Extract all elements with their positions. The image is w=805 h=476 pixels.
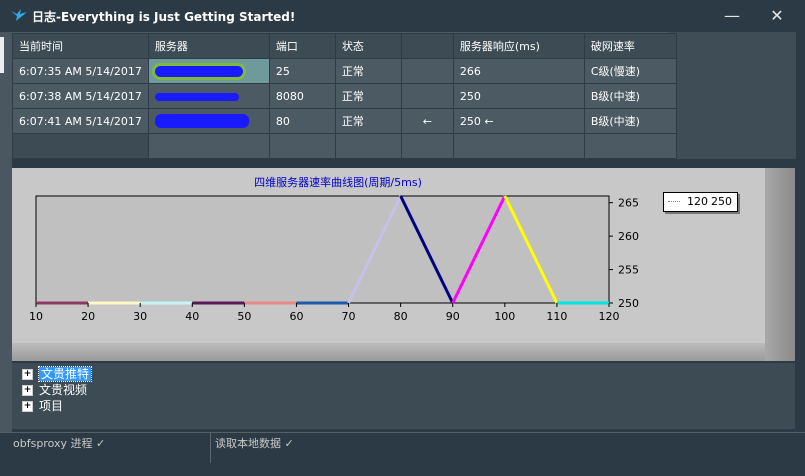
expand-icon[interactable]: + <box>22 385 33 396</box>
status-obfsproxy: obfsproxy 进程 ✓ <box>13 437 106 450</box>
chart-panel-right-shadow <box>765 168 795 361</box>
cell-time[interactable]: 6:07:35 AM 5/14/2017 <box>12 58 149 84</box>
cell-rate[interactable]: B级(中速) <box>583 83 677 109</box>
cell-port[interactable]: 25 <box>268 58 336 84</box>
cell-empty[interactable] <box>452 133 585 159</box>
cell-rate[interactable]: C级(慢速) <box>583 58 677 84</box>
x-tick-label: 40 <box>185 310 199 323</box>
cell-response[interactable]: 250 ← <box>452 108 585 134</box>
col-header-rate[interactable]: 破网速率 <box>583 33 677 59</box>
expand-icon[interactable]: + <box>22 369 33 380</box>
x-tick-label: 90 <box>446 310 460 323</box>
status-local-data: 读取本地数据 ✓ <box>215 437 294 450</box>
y-tick-label: 265 <box>618 197 639 210</box>
col-header-blank[interactable] <box>400 33 454 59</box>
col-header-time[interactable]: 当前时间 <box>12 33 149 59</box>
cell-response[interactable]: 250 <box>452 83 585 109</box>
server-table-empty-area <box>668 32 796 159</box>
table-header-row: 当前时间 服务器 端口 状态 服务器响应(ms) 破网速率 <box>12 33 677 59</box>
title-bar: 日志-Everything is Just Getting Started! —… <box>0 0 805 32</box>
cell-server-redacted[interactable] <box>147 108 270 134</box>
cell-port[interactable]: 8080 <box>268 83 336 109</box>
col-header-server[interactable]: 服务器 <box>147 33 270 59</box>
col-header-port[interactable]: 端口 <box>268 33 336 59</box>
cell-empty[interactable] <box>583 133 677 159</box>
x-tick-label: 120 <box>599 310 620 323</box>
legend-y-value: 250 <box>711 195 732 208</box>
x-tick-label: 50 <box>237 310 251 323</box>
minimize-button[interactable]: — <box>720 4 744 28</box>
legend-swatch <box>668 201 680 202</box>
cell-server-redacted[interactable] <box>147 58 270 84</box>
tree-item-label[interactable]: 文贵视频 <box>39 383 87 397</box>
col-header-status[interactable]: 状态 <box>334 33 402 59</box>
cell-empty[interactable] <box>334 133 402 159</box>
bird-logo-icon <box>11 9 27 21</box>
table-row[interactable]: 6:07:35 AM 5/14/2017 25 正常 266 C级(慢速) <box>12 58 677 84</box>
x-tick-label: 30 <box>133 310 147 323</box>
x-tick-label: 110 <box>546 310 567 323</box>
cell-empty[interactable] <box>12 133 149 159</box>
x-axis-ticks: 10 20 30 40 50 60 70 80 90 100 110 120 <box>29 303 620 323</box>
y-tick-label: 255 <box>618 264 639 277</box>
x-tick-label: 10 <box>29 310 43 323</box>
x-tick-label: 20 <box>81 310 95 323</box>
category-tree: + 文贵推特 + 文贵视频 + 项目 <box>12 363 795 429</box>
cell-empty[interactable] <box>268 133 336 159</box>
cell-server-redacted[interactable] <box>147 83 270 109</box>
cell-status[interactable]: 正常 <box>334 58 402 84</box>
left-edge-marker <box>0 37 4 73</box>
cell-empty[interactable] <box>147 133 270 159</box>
x-tick-label: 100 <box>494 310 515 323</box>
cell-arrow[interactable] <box>400 58 454 84</box>
cell-response[interactable]: 266 <box>452 58 585 84</box>
cell-time[interactable]: 6:07:38 AM 5/14/2017 <box>12 83 149 109</box>
redaction-mark <box>154 92 239 101</box>
table-row[interactable]: 6:07:38 AM 5/14/2017 8080 正常 250 B级(中速) <box>12 83 677 109</box>
expand-icon[interactable]: + <box>22 401 33 412</box>
y-axis-ticks: 250 255 260 265 <box>609 197 639 310</box>
cell-empty[interactable] <box>400 133 454 159</box>
cell-time[interactable]: 6:07:41 AM 5/14/2017 <box>12 108 149 134</box>
chart-title: 四维服务器速率曲线图(周期/5ms) <box>254 175 422 189</box>
redaction-mark <box>154 66 243 77</box>
col-header-response[interactable]: 服务器响应(ms) <box>452 33 585 59</box>
cell-port[interactable]: 80 <box>268 108 336 134</box>
plot-area <box>35 195 610 304</box>
cell-arrow[interactable] <box>400 83 454 109</box>
table-row-empty[interactable] <box>12 133 677 159</box>
chart-panel-shadow <box>12 343 765 361</box>
legend-x-value: 120 <box>687 195 708 208</box>
cell-status[interactable]: 正常 <box>334 108 402 134</box>
tree-item-videos[interactable]: + 文贵视频 <box>22 381 87 397</box>
cell-status[interactable]: 正常 <box>334 83 402 109</box>
close-button[interactable]: ✕ <box>765 4 789 28</box>
x-tick-label: 70 <box>342 310 356 323</box>
table-row[interactable]: 6:07:41 AM 5/14/2017 80 正常 ← 250 ← B级(中速… <box>12 108 677 134</box>
cell-rate[interactable]: B级(中速) <box>583 108 677 134</box>
status-bar: obfsproxy 进程 ✓ 读取本地数据 ✓ <box>0 432 805 476</box>
server-table: 当前时间 服务器 端口 状态 服务器响应(ms) 破网速率 6:07:35 AM… <box>12 33 677 159</box>
cell-arrow[interactable]: ← <box>400 108 454 134</box>
status-divider <box>210 433 211 463</box>
chart-legend: 120 250 <box>663 192 738 212</box>
tree-item-projects[interactable]: + 项目 <box>22 397 63 413</box>
x-tick-label: 80 <box>394 310 408 323</box>
redaction-mark <box>154 114 249 128</box>
x-tick-label: 60 <box>289 310 303 323</box>
left-strip <box>0 32 12 432</box>
y-tick-label: 260 <box>618 230 639 243</box>
window-title: 日志-Everything is Just Getting Started! <box>32 10 296 24</box>
tree-item-label[interactable]: 文贵推特 <box>37 366 93 382</box>
y-tick-label: 250 <box>618 297 639 310</box>
speed-chart: 四维服务器速率曲线图(周期/5ms) 10 20 30 40 50 60 70 80 90 100… <box>29 175 639 323</box>
tree-item-label[interactable]: 项目 <box>39 399 63 413</box>
tree-item-tweets[interactable]: + 文贵推特 <box>22 365 93 382</box>
